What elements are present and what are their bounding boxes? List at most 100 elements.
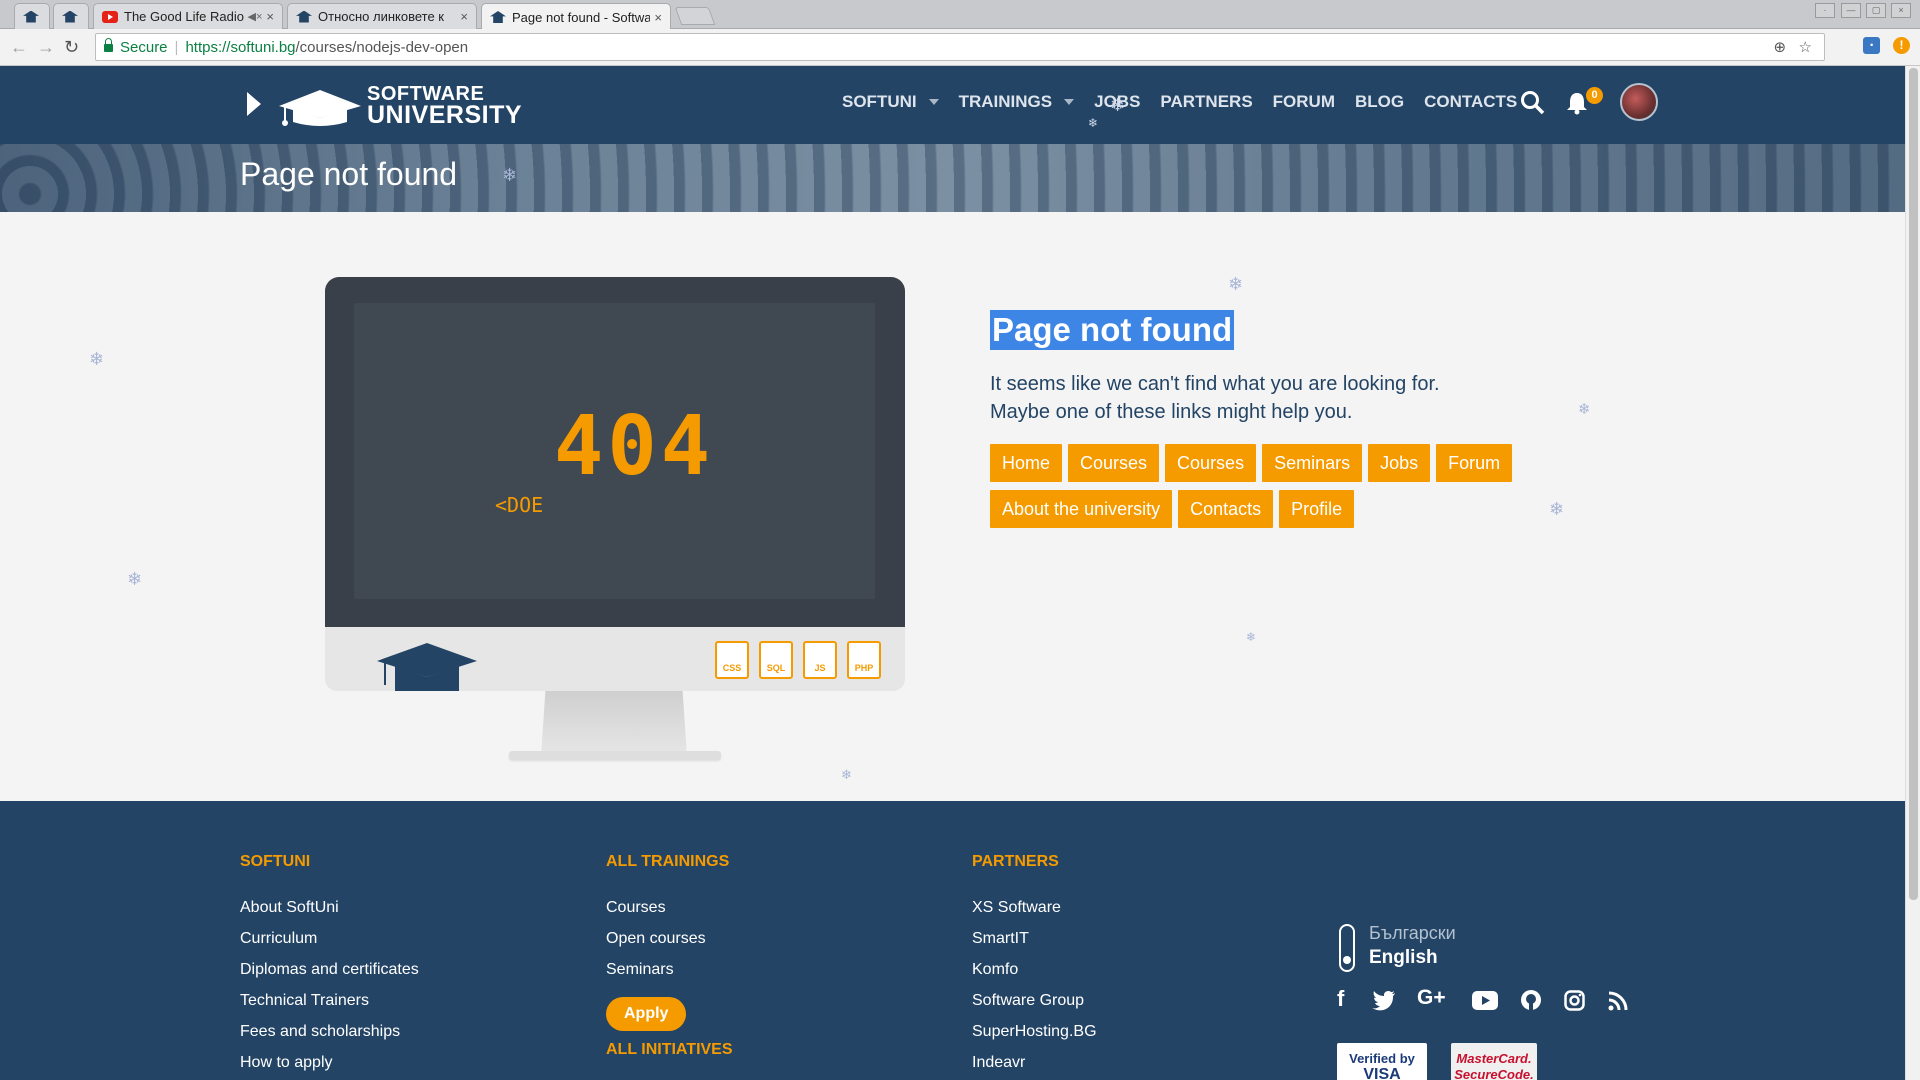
error-line-1: It seems like we can't find what you are… xyxy=(990,373,1440,395)
bookmark-star-icon[interactable]: ☆ xyxy=(1799,39,1812,56)
page-scrollbar[interactable] xyxy=(1905,66,1920,1080)
back-arrow-icon[interactable]: ← xyxy=(10,37,28,57)
language-toggle[interactable] xyxy=(1339,924,1355,972)
youtube-icon[interactable] xyxy=(1472,991,1498,1010)
footer-link[interactable]: Diplomas and certificates xyxy=(240,954,419,985)
error-title: Page not found xyxy=(990,310,1235,350)
tab-close-icon[interactable]: × xyxy=(654,10,662,25)
link-contacts[interactable]: Contacts xyxy=(1178,490,1274,528)
footer-heading: PARTNERS xyxy=(972,853,1059,870)
nav-label: SOFTUNI xyxy=(842,92,917,111)
graduation-hat-icon xyxy=(279,90,361,126)
url-host: https://softuni.bg xyxy=(185,38,296,56)
footer-link[interactable]: How to apply xyxy=(240,1047,419,1078)
footer-column-trainings: ALL TRAININGS Courses Open courses Semin… xyxy=(606,853,733,1059)
footer-link[interactable]: Fees and scholarships xyxy=(240,1016,419,1047)
forward-arrow-icon[interactable]: → xyxy=(37,37,55,57)
tab-close-icon[interactable]: × xyxy=(266,9,274,24)
badge-line-2: VISA xyxy=(1363,1066,1401,1080)
footer-link[interactable]: Komfo xyxy=(972,954,1097,985)
footer-link[interactable]: Open courses xyxy=(606,923,733,954)
link-profile[interactable]: Profile xyxy=(1279,490,1355,528)
site-header: SOFTWARE UNIVERSITY SOFTUNI TRAININGS JO… xyxy=(0,66,1905,144)
badge-line-2: SecureCode. xyxy=(1454,1067,1534,1080)
search-icon[interactable] xyxy=(1520,90,1546,116)
play-icon[interactable] xyxy=(247,92,261,116)
mastercard-securecode-badge: MasterCard. SecureCode. xyxy=(1451,1043,1537,1080)
link-about-university[interactable]: About the university xyxy=(990,490,1173,528)
scrollbar-thumb[interactable] xyxy=(1909,68,1918,900)
footer-link[interactable]: Technical Trainers xyxy=(240,985,419,1016)
softuni-favicon-icon xyxy=(296,10,312,23)
extension-icon[interactable]: ⋅ xyxy=(1863,37,1880,54)
snowflake-icon: ❄ xyxy=(502,165,518,185)
help-links: Home Courses Courses Seminars Jobs Forum… xyxy=(990,444,1550,528)
close-window-button[interactable]: × xyxy=(1891,3,1911,18)
link-courses-2[interactable]: Courses xyxy=(1165,444,1257,482)
nav-item-partners[interactable]: PARTNERS xyxy=(1160,92,1252,112)
instagram-icon[interactable] xyxy=(1564,990,1585,1011)
facebook-icon[interactable]: f xyxy=(1337,986,1344,1012)
alert-extension-icon[interactable]: ! xyxy=(1893,37,1910,54)
zoom-icon[interactable]: ⊕ xyxy=(1773,39,1786,56)
snowflake-icon: ❄ xyxy=(841,767,852,782)
user-avatar[interactable] xyxy=(1620,83,1658,121)
nav-label: CONTACTS xyxy=(1424,92,1518,111)
bell-icon[interactable] xyxy=(1566,91,1588,115)
footer-link[interactable]: Software Group xyxy=(972,985,1097,1016)
softuni-favicon-icon xyxy=(62,10,78,23)
monitor-illustration: 404 <DOE CSS SQL JS PHP xyxy=(325,277,905,759)
nav-item-blog[interactable]: BLOG xyxy=(1355,92,1404,112)
google-plus-icon[interactable]: G+ xyxy=(1417,986,1446,1010)
browser-tab-links[interactable]: Относно линковете к × xyxy=(287,3,477,29)
twitter-icon[interactable] xyxy=(1372,991,1396,1011)
nav-item-forum[interactable]: FORUM xyxy=(1273,92,1335,112)
tab-close-icon[interactable]: × xyxy=(460,9,468,24)
apply-button[interactable]: Apply xyxy=(606,997,687,1031)
link-courses[interactable]: Courses xyxy=(1068,444,1160,482)
link-home[interactable]: Home xyxy=(990,444,1063,482)
link-forum[interactable]: Forum xyxy=(1436,444,1513,482)
omnibox-actions: ⊕ ☆ xyxy=(1773,38,1812,56)
user-profile-icon[interactable]: · xyxy=(1815,3,1835,18)
logo-wordmark: SOFTWARE UNIVERSITY xyxy=(367,84,522,128)
speaker-mute-icon[interactable]: ◀× xyxy=(248,10,263,23)
footer-link[interactable]: SuperHosting.BG xyxy=(972,1016,1097,1047)
browser-tab-radio[interactable]: The Good Life Radio ◀× × xyxy=(93,3,283,29)
notification-badge: 0 xyxy=(1586,87,1603,104)
footer-link[interactable]: Curriculum xyxy=(240,923,419,954)
nav-item-trainings[interactable]: TRAININGS xyxy=(959,92,1075,112)
new-tab-button[interactable] xyxy=(674,7,716,25)
footer-link[interactable]: Courses xyxy=(606,892,733,923)
rss-icon[interactable] xyxy=(1608,991,1628,1011)
footer-heading: ALL TRAININGS xyxy=(606,853,730,870)
footer-link[interactable]: About SoftUni xyxy=(240,892,419,923)
footer-link[interactable]: Indeavr xyxy=(972,1047,1097,1078)
error-line-2: Maybe one of these links might help you. xyxy=(990,401,1353,423)
restore-button[interactable]: ▢ xyxy=(1866,3,1886,18)
php-file-icon: PHP xyxy=(847,641,881,679)
github-icon[interactable] xyxy=(1520,989,1542,1011)
tab-title: The Good Life Radio xyxy=(124,9,244,24)
chevron-down-icon xyxy=(1064,99,1075,105)
footer-link[interactable]: SmartIT xyxy=(972,923,1097,954)
browser-tab-active[interactable]: Page not found - Softwa × xyxy=(481,3,671,30)
monitor-screen: 404 <DOE xyxy=(354,303,875,599)
nav-label: TRAININGS xyxy=(958,92,1053,111)
footer-link[interactable]: XS Software xyxy=(972,892,1097,923)
address-bar[interactable]: Secure | https://softuni.bg/courses/node… xyxy=(95,33,1825,61)
browser-tab-softuni-1[interactable] xyxy=(14,3,50,29)
footer-link[interactable]: Seminars xyxy=(606,954,733,985)
nav-item-softuni[interactable]: SOFTUNI xyxy=(842,92,939,112)
nav-item-contacts[interactable]: CONTACTS xyxy=(1424,92,1517,112)
softuni-favicon-icon xyxy=(490,11,506,23)
link-seminars[interactable]: Seminars xyxy=(1262,444,1363,482)
minimize-button[interactable]: — xyxy=(1841,3,1861,18)
reload-icon[interactable]: ↻ xyxy=(64,37,79,57)
browser-tab-softuni-2[interactable] xyxy=(53,3,89,29)
language-bulgarian[interactable]: Български xyxy=(1369,923,1456,944)
softuni-logo[interactable]: SOFTWARE UNIVERSITY xyxy=(279,80,522,132)
language-english[interactable]: English xyxy=(1369,947,1438,969)
link-jobs[interactable]: Jobs xyxy=(1368,444,1431,482)
graduation-hat-icon xyxy=(377,643,477,691)
